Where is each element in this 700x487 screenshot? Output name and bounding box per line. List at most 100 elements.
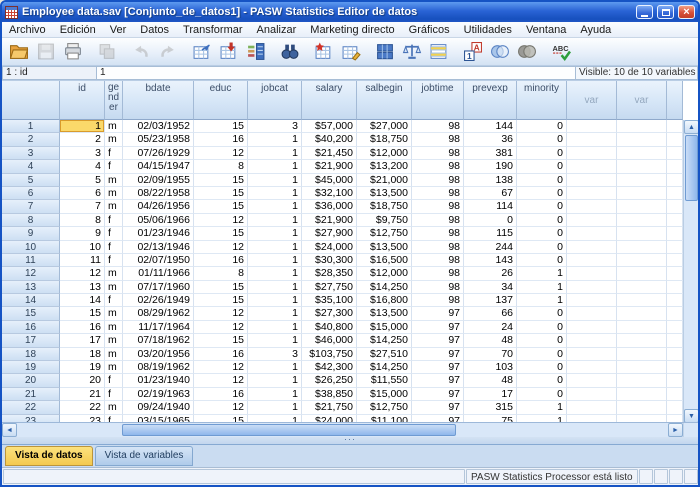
cell-salary-6[interactable]: $32,100 [302,187,357,200]
cell-id-6[interactable]: 6 [60,187,105,200]
cell-var2-8[interactable] [617,214,667,227]
cell-educ-19[interactable]: 12 [194,361,248,374]
cell-id-11[interactable]: 11 [60,254,105,267]
cell-jobtime-20[interactable]: 97 [412,374,464,387]
vertical-scrollbar[interactable]: ▲ ▼ [683,120,698,423]
cell-var1-13[interactable] [567,281,617,294]
cell-educ-4[interactable]: 8 [194,160,248,173]
cell-gender-6[interactable]: m [105,187,123,200]
row-header-10[interactable]: 10 [2,241,60,254]
cell-var1-15[interactable] [567,307,617,320]
cell-var2-14[interactable] [617,294,667,307]
cell-var1-3[interactable] [567,147,617,160]
cell-minority-1[interactable]: 0 [517,120,567,133]
cell-jobcat-9[interactable]: 1 [248,227,302,240]
cell-minority-19[interactable]: 0 [517,361,567,374]
cell-educ-1[interactable]: 15 [194,120,248,133]
cell-educ-8[interactable]: 12 [194,214,248,227]
use-variable-sets-button[interactable] [487,39,513,65]
cell-var1-11[interactable] [567,254,617,267]
cell-salbegin-3[interactable]: $12,000 [357,147,412,160]
cell-bdate-23[interactable]: 03/15/1965 [123,415,194,423]
cell-id-7[interactable]: 7 [60,200,105,213]
cell-salbegin-15[interactable]: $13,500 [357,307,412,320]
cell-bdate-2[interactable]: 05/23/1958 [123,133,194,146]
menu-datos[interactable]: Datos [133,23,176,37]
row-header-14[interactable]: 14 [2,294,60,307]
cell-salary-12[interactable]: $28,350 [302,267,357,280]
cell-jobtime-7[interactable]: 98 [412,200,464,213]
maximize-button[interactable] [657,5,674,19]
cell-salbegin-9[interactable]: $12,750 [357,227,412,240]
cell-var2-21[interactable] [617,388,667,401]
cell-prevexp-10[interactable]: 244 [464,241,517,254]
cell-minority-14[interactable]: 1 [517,294,567,307]
row-header-11[interactable]: 11 [2,254,60,267]
insert-cases-button[interactable] [311,39,337,65]
column-header-salary[interactable]: salary [302,81,357,120]
cell-var3-7[interactable] [667,200,683,213]
cell-bdate-14[interactable]: 02/26/1949 [123,294,194,307]
cell-var3-21[interactable] [667,388,683,401]
cell-jobcat-2[interactable]: 1 [248,133,302,146]
cell-prevexp-8[interactable]: 0 [464,214,517,227]
cell-jobtime-3[interactable]: 98 [412,147,464,160]
cell-jobtime-17[interactable]: 97 [412,334,464,347]
cell-var3-1[interactable] [667,120,683,133]
cell-var2-20[interactable] [617,374,667,387]
row-header-8[interactable]: 8 [2,214,60,227]
cell-salbegin-21[interactable]: $15,000 [357,388,412,401]
cell-gender-9[interactable]: f [105,227,123,240]
cell-gender-7[interactable]: m [105,200,123,213]
cell-prevexp-12[interactable]: 26 [464,267,517,280]
cell-var1-8[interactable] [567,214,617,227]
row-header-17[interactable]: 17 [2,334,60,347]
cell-jobtime-21[interactable]: 97 [412,388,464,401]
cell-bdate-9[interactable]: 01/23/1946 [123,227,194,240]
cell-var1-20[interactable] [567,374,617,387]
cell-educ-12[interactable]: 8 [194,267,248,280]
cell-minority-17[interactable]: 0 [517,334,567,347]
cell-id-1[interactable]: 1 [60,120,105,133]
row-header-19[interactable]: 19 [2,361,60,374]
cell-educ-7[interactable]: 15 [194,200,248,213]
cell-salary-8[interactable]: $21,900 [302,214,357,227]
variables-button[interactable] [243,39,269,65]
cell-salary-17[interactable]: $46,000 [302,334,357,347]
cell-id-16[interactable]: 16 [60,321,105,334]
cell-educ-5[interactable]: 15 [194,174,248,187]
cell-var3-13[interactable] [667,281,683,294]
row-header-13[interactable]: 13 [2,281,60,294]
cell-gender-17[interactable]: m [105,334,123,347]
cell-bdate-17[interactable]: 07/18/1962 [123,334,194,347]
cell-salary-10[interactable]: $24,000 [302,241,357,254]
cell-prevexp-14[interactable]: 137 [464,294,517,307]
tab-variable-view[interactable]: Vista de variables [95,446,194,466]
cell-var2-11[interactable] [617,254,667,267]
cell-id-20[interactable]: 20 [60,374,105,387]
cell-bdate-16[interactable]: 11/17/1964 [123,321,194,334]
cell-jobtime-2[interactable]: 98 [412,133,464,146]
cell-var1-7[interactable] [567,200,617,213]
cell-var2-10[interactable] [617,241,667,254]
cell-prevexp-2[interactable]: 36 [464,133,517,146]
tab-data-view[interactable]: Vista de datos [5,446,93,466]
redo-button[interactable] [155,39,181,65]
cell-var2-5[interactable] [617,174,667,187]
cell-var1-9[interactable] [567,227,617,240]
save-file-button[interactable] [33,39,59,65]
menu-ayuda[interactable]: Ayuda [573,23,618,37]
cell-id-5[interactable]: 5 [60,174,105,187]
cell-educ-13[interactable]: 15 [194,281,248,294]
cell-jobtime-14[interactable]: 98 [412,294,464,307]
menu-transformar[interactable]: Transformar [176,23,250,37]
cell-bdate-4[interactable]: 04/15/1947 [123,160,194,173]
cell-gender-21[interactable]: f [105,388,123,401]
cell-salary-11[interactable]: $30,300 [302,254,357,267]
cell-var2-3[interactable] [617,147,667,160]
cell-prevexp-11[interactable]: 143 [464,254,517,267]
cell-educ-3[interactable]: 12 [194,147,248,160]
cell-minority-18[interactable]: 0 [517,348,567,361]
cell-gender-3[interactable]: f [105,147,123,160]
cell-var2-18[interactable] [617,348,667,361]
